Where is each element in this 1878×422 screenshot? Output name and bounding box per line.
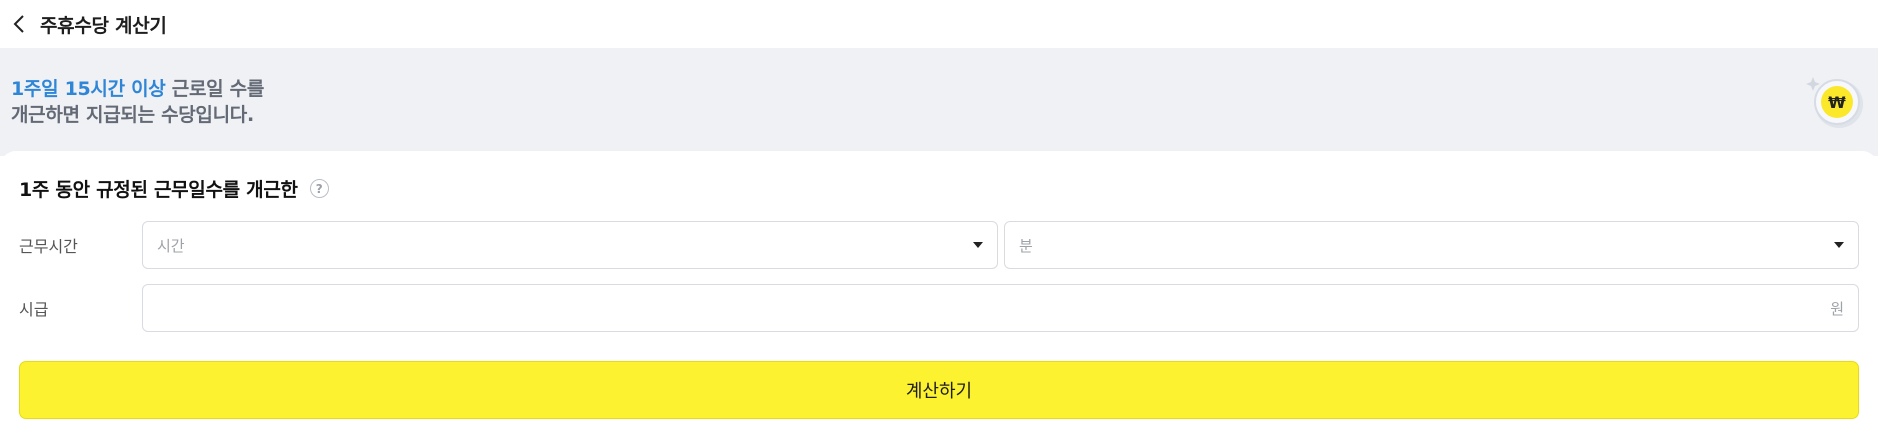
coin-symbol: ₩: [1828, 93, 1846, 112]
work-time-label: 근무시간: [19, 237, 78, 256]
form-heading: 1주 동안 규정된 근무일수를 개근한 ?: [19, 175, 329, 202]
top-bar: 주휴수당 계산기: [0, 0, 1878, 48]
minutes-placeholder: 분: [1019, 236, 1033, 255]
minutes-select[interactable]: 분: [1004, 221, 1859, 269]
wage-unit: 원: [1830, 299, 1844, 318]
banner-line2: 개근하면 지급되는 수당입니다.: [11, 104, 254, 126]
calculate-button[interactable]: 계산하기: [19, 361, 1859, 419]
back-arrow-icon[interactable]: [8, 13, 30, 35]
chevron-down-icon: [1834, 242, 1844, 248]
coin-icon: ₩: [1803, 67, 1871, 135]
hours-select[interactable]: 시간: [142, 221, 998, 269]
banner-highlight: 1주일 15시간 이상: [11, 78, 166, 100]
wage-label: 시급: [19, 300, 49, 319]
info-banner: 1주일 15시간 이상 근로일 수를 개근하면 지급되는 수당입니다. ₩: [0, 48, 1878, 156]
form-heading-text: 1주 동안 규정된 근무일수를 개근한: [19, 179, 298, 201]
banner-line1: 근로일 수를: [165, 78, 265, 100]
wage-input[interactable]: 원: [142, 284, 1859, 332]
banner-text: 1주일 15시간 이상 근로일 수를 개근하면 지급되는 수당입니다.: [11, 76, 264, 128]
page-title: 주휴수당 계산기: [40, 14, 167, 37]
chevron-down-icon: [973, 242, 983, 248]
hours-placeholder: 시간: [157, 236, 185, 255]
help-icon[interactable]: ?: [309, 179, 329, 198]
